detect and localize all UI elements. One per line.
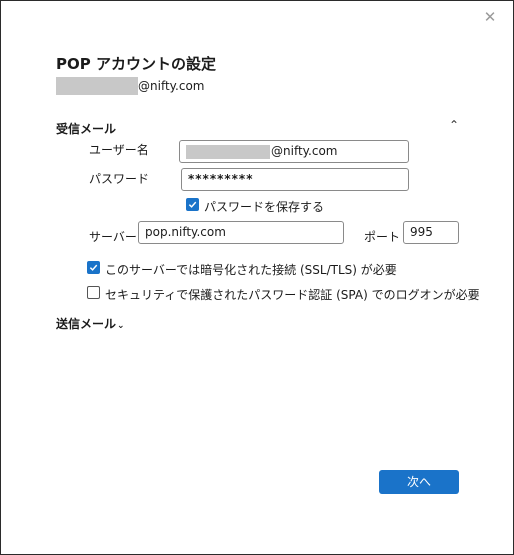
server-input[interactable]: pop.nifty.com bbox=[138, 221, 344, 244]
save-password-checkbox[interactable] bbox=[186, 198, 199, 211]
redacted-username bbox=[186, 145, 270, 159]
outgoing-mail-heading[interactable]: 送信メール⌄ bbox=[56, 315, 125, 332]
outgoing-mail-heading-label: 送信メール bbox=[56, 317, 117, 331]
username-label: ユーザー名 bbox=[89, 143, 149, 157]
checkmark-icon bbox=[89, 264, 98, 271]
password-input[interactable]: ********* bbox=[181, 168, 409, 191]
save-password-label[interactable]: パスワードを保存する bbox=[204, 198, 324, 215]
username-input[interactable]: @nifty.com bbox=[179, 140, 409, 163]
ssl-required-checkbox[interactable] bbox=[87, 261, 100, 274]
spa-required-label[interactable]: セキュリティで保護されたパスワード認証 (SPA) でのログオンが必要 bbox=[105, 286, 480, 303]
checkmark-icon bbox=[188, 201, 197, 208]
port-label: ポート bbox=[364, 230, 401, 244]
ssl-required-label[interactable]: このサーバーでは暗号化された接続 (SSL/TLS) が必要 bbox=[105, 261, 397, 278]
next-button[interactable]: 次へ bbox=[379, 470, 459, 494]
port-input[interactable]: 995 bbox=[403, 221, 459, 244]
chevron-up-icon[interactable]: ⌃ bbox=[449, 118, 459, 132]
server-label: サーバー bbox=[89, 230, 137, 244]
redacted-username bbox=[56, 77, 138, 95]
account-email-domain: @nifty.com bbox=[138, 79, 205, 93]
password-label: パスワード bbox=[89, 172, 150, 186]
username-domain: @nifty.com bbox=[271, 144, 338, 158]
close-icon[interactable]: ✕ bbox=[482, 9, 498, 25]
incoming-mail-heading[interactable]: 受信メール bbox=[56, 120, 116, 137]
account-email: @nifty.com bbox=[56, 77, 205, 95]
dialog-title: POP アカウントの設定 bbox=[56, 55, 216, 73]
spa-required-checkbox[interactable] bbox=[87, 286, 100, 299]
chevron-down-icon: ⌄ bbox=[117, 321, 125, 331]
pop-account-settings-dialog: ✕ POP アカウントの設定 @nifty.com 受信メール ⌃ ユーザー名 … bbox=[0, 0, 514, 555]
